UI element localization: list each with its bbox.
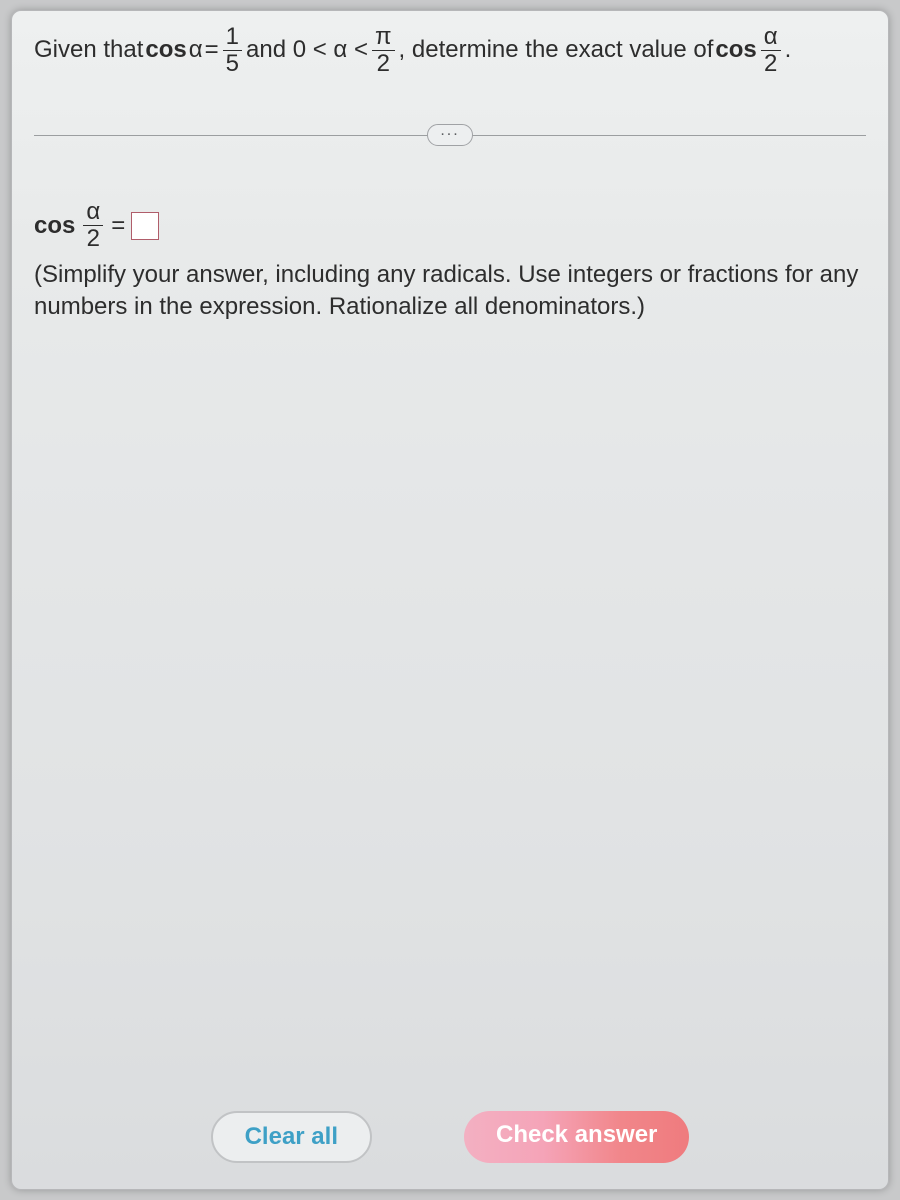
- frac-num: 1: [223, 25, 242, 50]
- question-text: Given that cos α = 1 5 and 0 < α < π 2 ,…: [34, 25, 866, 76]
- q-alpha: α: [189, 31, 203, 69]
- frac-den: 5: [223, 51, 242, 76]
- divider-right: [472, 135, 866, 136]
- separator-row: ...: [34, 124, 866, 146]
- more-button[interactable]: ...: [427, 124, 472, 146]
- fraction-pi-2: π 2: [372, 25, 395, 76]
- fraction-1-5: 1 5: [223, 25, 242, 76]
- answer-block: cos α 2 = (Simplify your answer, includi…: [34, 200, 866, 324]
- q-eq: =: [205, 31, 219, 69]
- frac-num: α: [83, 200, 103, 225]
- button-row: Clear all Check answer: [12, 1111, 888, 1163]
- problem-panel: Given that cos α = 1 5 and 0 < α < π 2 ,…: [11, 10, 889, 1190]
- fraction-alpha-2: α 2: [761, 25, 781, 76]
- frac-num: α: [761, 25, 781, 50]
- frac-den: 2: [761, 51, 780, 76]
- q-cos2: cos: [715, 31, 756, 69]
- ellipsis-icon: ...: [440, 122, 459, 140]
- q-segment: and 0 < α <: [246, 31, 368, 69]
- frac-den: 2: [374, 51, 393, 76]
- clear-all-button[interactable]: Clear all: [211, 1111, 372, 1163]
- frac-num: π: [372, 25, 395, 50]
- answer-instructions: (Simplify your answer, including any rad…: [34, 259, 866, 324]
- divider-left: [34, 135, 428, 136]
- q-segment: Given that: [34, 31, 143, 69]
- q-cos: cos: [145, 31, 186, 69]
- answer-cos: cos: [34, 212, 75, 240]
- answer-input[interactable]: [131, 212, 159, 240]
- q-segment: .: [785, 31, 792, 69]
- q-segment: , determine the exact value of: [399, 31, 714, 69]
- check-answer-button[interactable]: Check answer: [464, 1111, 689, 1163]
- answer-line: cos α 2 =: [34, 200, 866, 251]
- answer-fraction-alpha-2: α 2: [83, 200, 103, 251]
- answer-eq: =: [111, 212, 125, 240]
- frac-den: 2: [84, 226, 103, 251]
